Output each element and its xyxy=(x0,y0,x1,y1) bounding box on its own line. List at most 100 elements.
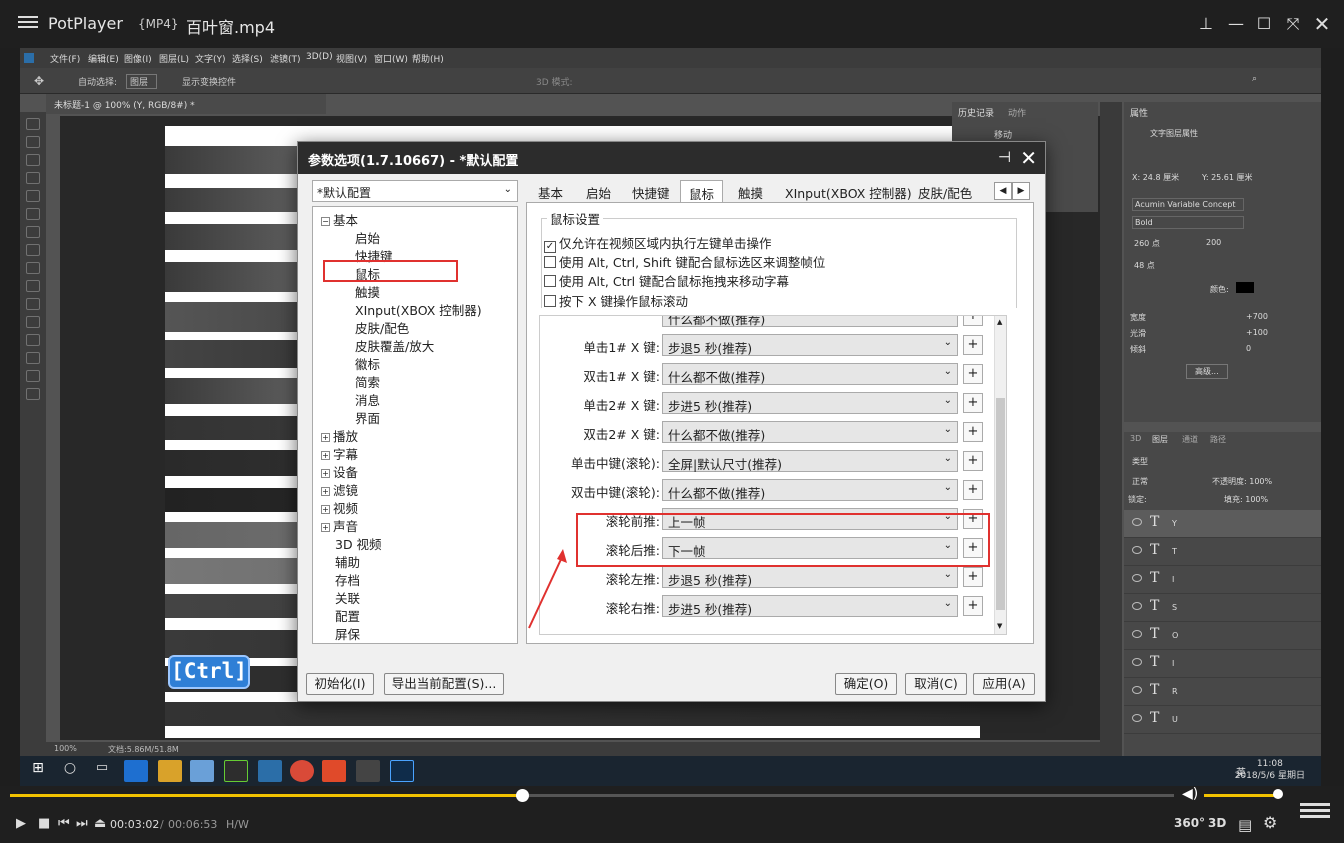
hand-tool-icon[interactable] xyxy=(26,370,40,382)
eye-icon[interactable] xyxy=(1132,602,1142,610)
tab-xinput[interactable]: XInput(XBOX 控制器) xyxy=(785,183,912,202)
tree-item-skin[interactable]: 皮肤/配色 xyxy=(355,318,409,337)
action-select[interactable]: 什么都不做(推荐)⌄ xyxy=(662,363,958,385)
prop-x[interactable]: X: 24.8 厘米 xyxy=(1132,172,1179,183)
start-icon[interactable]: ⊞ xyxy=(26,760,50,782)
apply-button[interactable]: 应用(A) xyxy=(973,673,1035,695)
add-button[interactable]: + xyxy=(963,335,983,355)
collapse-icon[interactable]: − xyxy=(321,217,330,226)
tree-item-startup[interactable]: 启始 xyxy=(355,228,380,247)
settings-icon[interactable]: ⚙ xyxy=(1263,813,1277,832)
eraser-tool-icon[interactable] xyxy=(26,262,40,274)
previous-icon[interactable]: ⏮ xyxy=(58,816,70,831)
action-select[interactable]: 步退5 秒(推荐) ⌄ xyxy=(662,334,958,356)
layer-row[interactable]: TU xyxy=(1124,706,1321,734)
add-button[interactable]: + xyxy=(963,567,983,587)
add-button[interactable]: + xyxy=(963,596,983,616)
tree-item-touch[interactable]: 触摸 xyxy=(355,282,380,301)
eye-icon[interactable] xyxy=(1132,630,1142,638)
blend-mode-select[interactable]: 正常 xyxy=(1132,476,1148,487)
layer-row[interactable]: TI xyxy=(1124,650,1321,678)
ps-menu-filter[interactable]: 滤镜(T) xyxy=(270,52,301,65)
chrome-icon[interactable] xyxy=(290,760,314,782)
app-icon[interactable] xyxy=(322,760,346,782)
tracking[interactable]: 200 xyxy=(1206,238,1221,247)
layer-kind-filter[interactable]: 类型 xyxy=(1132,456,1148,467)
action-select[interactable]: 什么都不做(推荐)⌄ xyxy=(662,316,958,327)
leading[interactable]: 48 点 xyxy=(1134,260,1155,271)
tab-channels[interactable]: 通道 xyxy=(1182,434,1198,445)
expand-icon[interactable]: + xyxy=(321,433,330,442)
checkbox-alt-ctrl-shift-frame[interactable]: 使用 Alt, Ctrl, Shift 键配合鼠标选区来调整帧位 xyxy=(544,252,825,271)
add-button[interactable]: + xyxy=(963,422,983,442)
fill[interactable]: 填充: 100% xyxy=(1224,494,1268,505)
ps-search-icon[interactable]: ⌕ xyxy=(1252,74,1257,84)
zoom-tool-icon[interactable] xyxy=(26,388,40,400)
close-icon[interactable]: ✕ xyxy=(1312,14,1332,34)
text-color-swatch[interactable] xyxy=(1236,282,1254,293)
photoshop-taskbar-icon[interactable] xyxy=(390,760,414,782)
action-select[interactable]: 全屏|默认尺寸(推荐) ⌄ xyxy=(662,450,958,472)
tree-item-subtitles[interactable]: + 字幕 xyxy=(321,444,358,463)
tab-scroll-right-icon[interactable]: ▶ xyxy=(1012,182,1030,200)
tools-icon[interactable] xyxy=(258,760,282,782)
tree-item-3d-video[interactable]: 3D 视频 xyxy=(335,534,382,553)
hamburger-menu-icon[interactable] xyxy=(18,13,38,31)
edge-icon[interactable] xyxy=(124,760,148,782)
ps-menu-select[interactable]: 选择(S) xyxy=(232,52,263,65)
history-item[interactable]: 移动 xyxy=(994,128,1012,141)
tree-item-audio[interactable]: + 声音 xyxy=(321,516,358,535)
tilt-value[interactable]: 0 xyxy=(1246,344,1251,353)
checkbox-unchecked[interactable] xyxy=(544,295,556,307)
tree-item-filters[interactable]: + 滤镜 xyxy=(321,480,358,499)
3d-button[interactable]: 3D xyxy=(1208,816,1226,830)
type-tool-icon[interactable] xyxy=(26,298,40,310)
add-button[interactable]: + xyxy=(963,364,983,384)
next-icon[interactable]: ⏭ xyxy=(76,816,88,831)
action-select[interactable]: 步退5 秒(推荐) ⌄ xyxy=(662,566,958,588)
layer-row[interactable]: TS xyxy=(1124,594,1321,622)
layer-row[interactable]: TY xyxy=(1124,510,1321,538)
font-weight-select[interactable]: Bold xyxy=(1132,216,1244,229)
ok-button[interactable]: 确定(O) xyxy=(835,673,897,695)
tree-item-messages[interactable]: 消息 xyxy=(355,390,380,409)
ps-menu-file[interactable]: 文件(F) xyxy=(50,52,80,65)
vr-360-button[interactable]: 360° xyxy=(1174,816,1205,830)
slant-value[interactable]: +100 xyxy=(1246,328,1268,337)
tree-item-logo[interactable]: 徽标 xyxy=(355,354,380,373)
marquee-tool-icon[interactable] xyxy=(26,136,40,148)
add-button[interactable]: + xyxy=(963,480,983,500)
eye-icon[interactable] xyxy=(1132,686,1142,694)
ps-menu-type[interactable]: 文字(Y) xyxy=(195,52,226,65)
expand-icon[interactable]: + xyxy=(321,487,330,496)
tab-paths[interactable]: 路径 xyxy=(1210,434,1226,445)
eye-icon[interactable] xyxy=(1132,658,1142,666)
volume-slider[interactable] xyxy=(1204,794,1278,797)
add-button[interactable]: + xyxy=(963,316,983,326)
decoder-mode[interactable]: H/W xyxy=(226,818,249,831)
reset-button[interactable]: 初始化(I) xyxy=(306,673,374,695)
font-family-select[interactable]: Acumin Variable Concept xyxy=(1132,198,1244,211)
shape-tool-icon[interactable] xyxy=(26,352,40,364)
prop-y[interactable]: Y: 25.61 厘米 xyxy=(1202,172,1253,183)
layer-row[interactable]: TR xyxy=(1124,678,1321,706)
pin-icon[interactable]: ⊥ xyxy=(1196,14,1216,34)
explorer-icon[interactable] xyxy=(158,760,182,782)
stop-icon[interactable]: ■ xyxy=(38,816,50,831)
tab-layers[interactable]: 图层 xyxy=(1152,434,1168,445)
layer-row[interactable]: TO xyxy=(1124,622,1321,650)
search-icon[interactable]: ○ xyxy=(58,760,82,782)
ps-menu-help[interactable]: 帮助(H) xyxy=(412,52,444,65)
crop-tool-icon[interactable] xyxy=(26,190,40,202)
volume-icon[interactable]: ◀) xyxy=(1182,786,1198,802)
tree-item-skin-overlay[interactable]: 皮肤覆盖/放大 xyxy=(355,336,434,355)
cancel-button[interactable]: 取消(C) xyxy=(905,673,967,695)
history-tab[interactable]: 历史记录 xyxy=(958,106,994,119)
brush-tool-icon[interactable] xyxy=(26,226,40,238)
dreamweaver-icon[interactable] xyxy=(224,760,248,782)
ps-menu-layer[interactable]: 图层(L) xyxy=(159,52,189,65)
ps-document-tab[interactable]: 未标题-1 @ 100% (Y, RGB/8#) * xyxy=(46,94,326,114)
action-select[interactable]: 步进5 秒(推荐) ⌄ xyxy=(662,392,958,414)
eject-icon[interactable]: ⏏ xyxy=(94,816,106,831)
advanced-button[interactable]: 高级... xyxy=(1186,364,1228,379)
